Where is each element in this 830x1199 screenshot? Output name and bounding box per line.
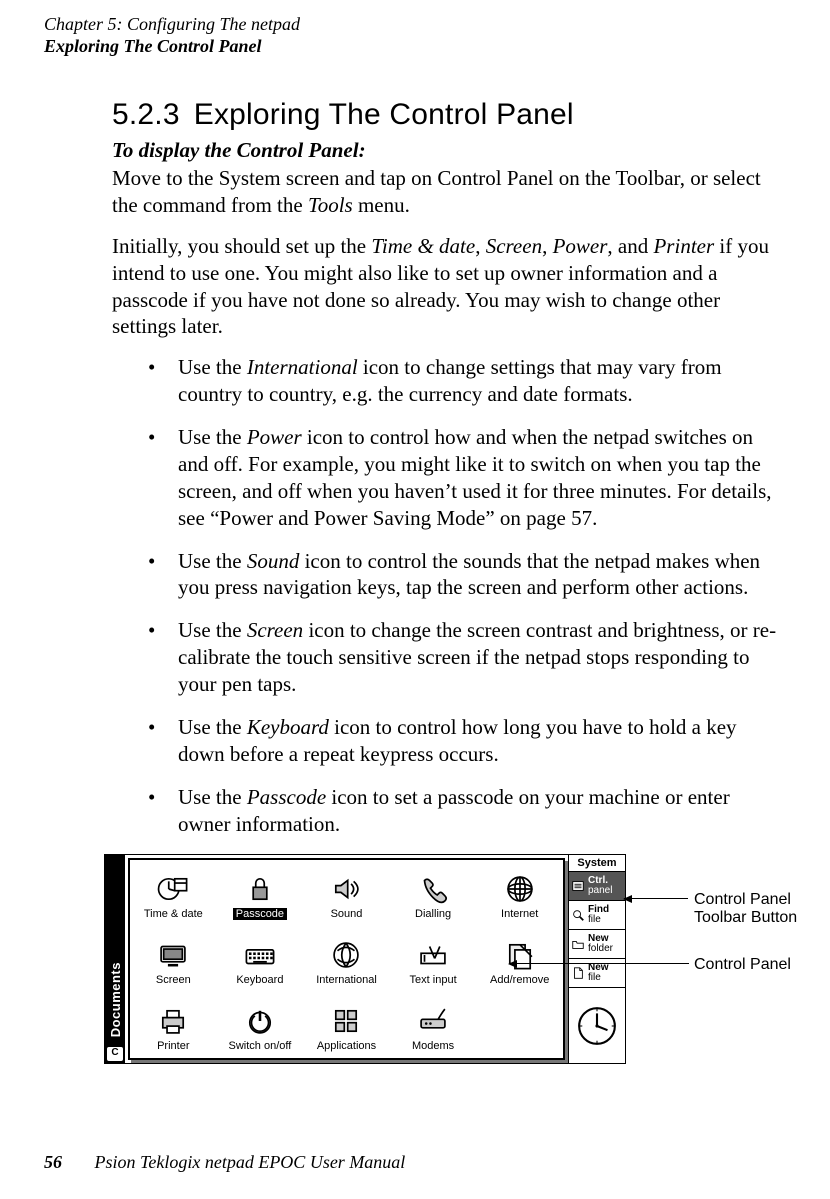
clock-icon[interactable]	[569, 988, 625, 1063]
toolbar-button-label: Newfile	[588, 963, 623, 983]
new-file-icon	[571, 966, 585, 980]
cp-icon-switch-on-off[interactable]: Switch on/off	[217, 992, 304, 1058]
bullet-item: Use the Power icon to control how and wh…	[148, 424, 780, 532]
system-toolbar: System Ctrl.panel Findfile Newfolder Newfil…	[568, 855, 625, 1063]
keyboard-icon	[243, 938, 277, 972]
callout-toolbar-button: Control Panel Toolbar Button	[694, 891, 804, 926]
cp-icon-internet[interactable]: Internet	[476, 860, 563, 926]
cp-icon-time-date[interactable]: Time & date	[130, 860, 217, 926]
toolbar-button-label: Newfolder	[588, 934, 623, 954]
passcode-icon	[243, 872, 277, 906]
page-content: 5.2.3Exploring The Control Panel To disp…	[112, 98, 780, 853]
cp-icon-label: Keyboard	[236, 974, 283, 986]
setup-paragraph: Initially, you should set up the Time & …	[112, 233, 780, 341]
arrow-to-control-panel	[509, 963, 689, 964]
toolbar-find-file-button[interactable]: Findfile	[569, 901, 625, 930]
cp-icon-keyboard[interactable]: Keyboard	[217, 926, 304, 992]
bullet-list: Use the International icon to change set…	[148, 354, 780, 837]
cp-icon-applications[interactable]: Applications	[303, 992, 390, 1058]
new-folder-icon	[571, 937, 585, 951]
documents-strip[interactable]: Documents C	[105, 855, 125, 1063]
cp-icon-label: Modems	[412, 1040, 454, 1052]
cp-icon-printer[interactable]: Printer	[130, 992, 217, 1058]
toolbar-title: System	[569, 855, 625, 872]
running-header: Chapter 5: Configuring The netpad Explor…	[44, 14, 300, 57]
manual-title: Psion Teklogix netpad EPOC User Manual	[95, 1152, 406, 1172]
cp-icon-label: Printer	[157, 1040, 189, 1052]
international-icon	[329, 938, 363, 972]
section-title: Exploring The Control Panel	[44, 36, 300, 58]
sound-icon	[329, 872, 363, 906]
cp-icon-dialling[interactable]: Dialling	[390, 860, 477, 926]
cp-icon-modems[interactable]: Modems	[390, 992, 477, 1058]
toolbar-button-label: Findfile	[588, 905, 623, 925]
cp-icon-label: Dialling	[415, 908, 451, 920]
heading-5-2-3: 5.2.3Exploring The Control Panel	[112, 98, 780, 132]
cp-icon-label: Passcode	[233, 908, 287, 920]
bullet-item: Use the Keyboard icon to control how lon…	[148, 714, 780, 768]
page-footer: 56 Psion Teklogix netpad EPOC User Manua…	[44, 1152, 405, 1173]
cp-icon-add-remove[interactable]: Add/remove	[476, 926, 563, 992]
ctrl-panel-icon	[571, 879, 585, 893]
cp-icon-sound[interactable]: Sound	[303, 860, 390, 926]
screenshot-frame: Documents C Time & date Passcode Sound Dial…	[104, 854, 626, 1064]
dialling-icon	[416, 872, 450, 906]
find-file-icon	[571, 908, 585, 922]
cp-icon-label: Switch on/off	[229, 1040, 292, 1052]
cp-icon-label: Applications	[317, 1040, 376, 1052]
page-number: 56	[44, 1152, 62, 1172]
control-panel-screenshot: Documents C Time & date Passcode Sound Dial…	[104, 854, 804, 1066]
internet-icon	[503, 872, 537, 906]
control-panel-window: Time & date Passcode Sound Dialling Internet…	[128, 858, 565, 1060]
applications-icon	[329, 1004, 363, 1038]
cp-icon-passcode[interactable]: Passcode	[217, 860, 304, 926]
bullet-item: Use the Screen icon to change the screen…	[148, 617, 780, 698]
chapter-title: Chapter 5: Configuring The netpad	[44, 14, 300, 36]
intro-paragraph: Move to the System screen and tap on Con…	[112, 165, 780, 219]
cp-icon-label: Time & date	[144, 908, 203, 920]
text-input-icon	[416, 938, 450, 972]
switch-on-off-icon	[243, 1004, 277, 1038]
cp-icon-label: Sound	[331, 908, 363, 920]
cp-icon-label: Screen	[156, 974, 191, 986]
c-button[interactable]: C	[107, 1047, 123, 1061]
time-date-icon	[156, 872, 190, 906]
bullet-item: Use the Passcode icon to set a passcode …	[148, 784, 780, 838]
callout-control-panel: Control Panel	[694, 956, 804, 974]
subheading: To display the Control Panel:	[112, 138, 780, 163]
cp-icon-label: Add/remove	[490, 974, 549, 986]
toolbar-ctrl-panel-button[interactable]: Ctrl.panel	[569, 872, 625, 901]
documents-label: Documents	[108, 962, 123, 1037]
cp-icon-label: International	[316, 974, 377, 986]
bullet-item: Use the Sound icon to control the sounds…	[148, 548, 780, 602]
cp-icon-label: Internet	[501, 908, 538, 920]
cp-icon-international[interactable]: International	[303, 926, 390, 992]
arrow-to-toolbar-button	[624, 898, 688, 899]
printer-icon	[156, 1004, 190, 1038]
cp-icon-label: Text input	[410, 974, 457, 986]
toolbar-button-label: Ctrl.panel	[588, 876, 623, 896]
cp-icon-screen[interactable]: Screen	[130, 926, 217, 992]
modems-icon	[416, 1004, 450, 1038]
screen-icon	[156, 938, 190, 972]
cp-icon-text-input[interactable]: Text input	[390, 926, 477, 992]
toolbar-new-folder-button[interactable]: Newfolder	[569, 930, 625, 959]
bullet-item: Use the International icon to change set…	[148, 354, 780, 408]
